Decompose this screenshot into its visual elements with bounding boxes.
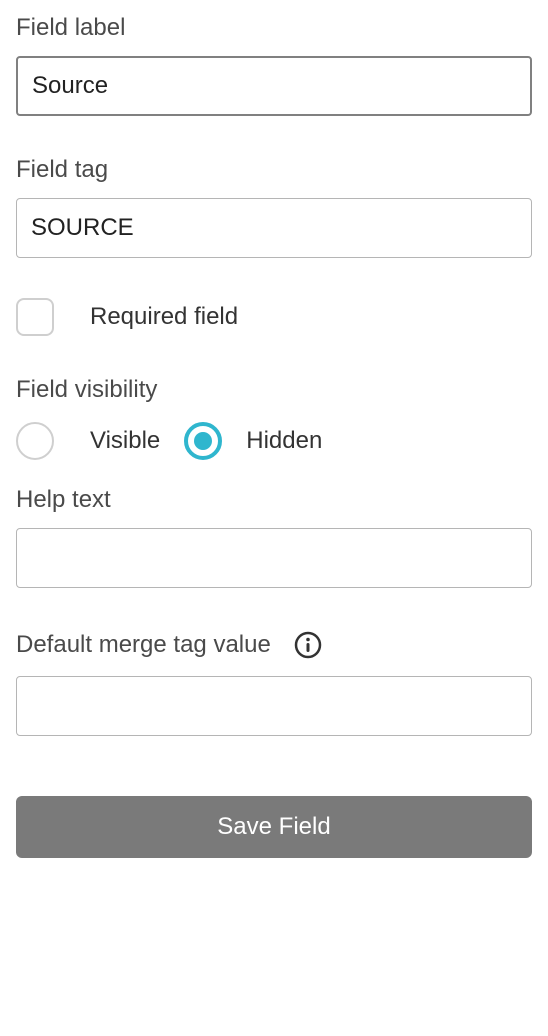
visibility-label-hidden: Hidden [246, 427, 322, 455]
required-field-text: Required field [90, 303, 238, 331]
visibility-radio-group: Visible Hidden [16, 422, 532, 460]
help-text-label: Help text [16, 486, 532, 514]
field-visibility-label: Field visibility [16, 376, 532, 404]
field-tag-label: Field tag [16, 156, 532, 184]
visibility-radio-hidden[interactable] [184, 422, 222, 460]
default-merge-label: Default merge tag value [16, 631, 271, 659]
field-label-input[interactable] [16, 56, 532, 116]
default-merge-input[interactable] [16, 676, 532, 736]
field-tag-input[interactable] [16, 198, 532, 258]
info-icon[interactable] [291, 628, 325, 662]
save-field-button[interactable]: Save Field [16, 796, 532, 858]
required-field-row: Required field [16, 298, 532, 336]
visibility-radio-visible[interactable] [16, 422, 54, 460]
visibility-label-visible: Visible [90, 427, 160, 455]
field-label-label: Field label [16, 14, 532, 42]
field-settings-form: Field label Field tag Required field Fie… [0, 0, 548, 886]
required-field-checkbox[interactable] [16, 298, 54, 336]
help-text-input[interactable] [16, 528, 532, 588]
